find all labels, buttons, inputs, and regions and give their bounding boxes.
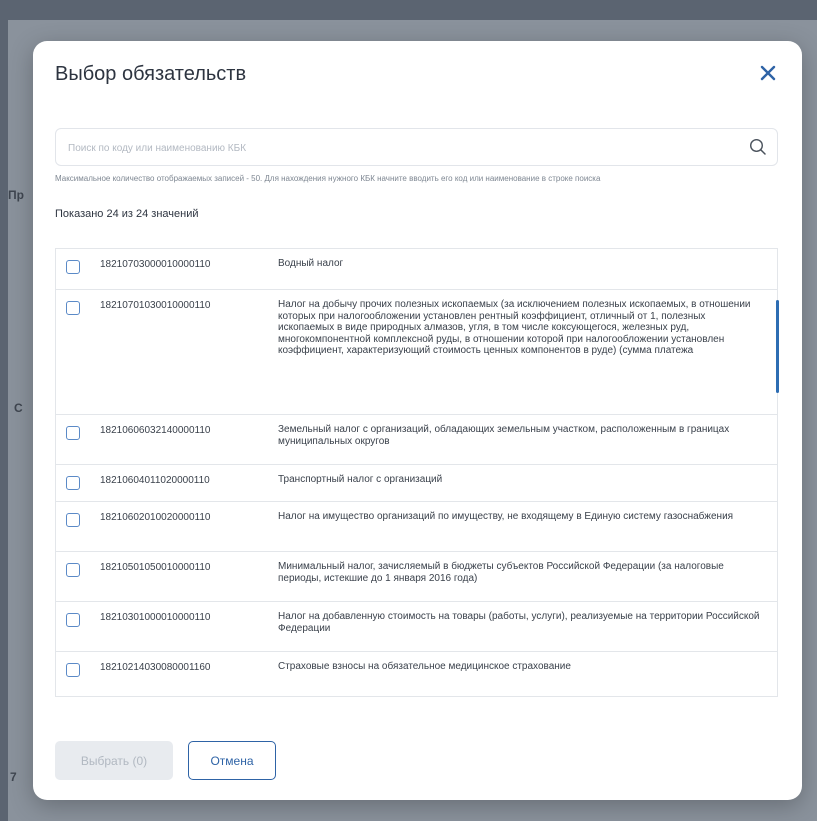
obligation-name: Страховые взносы на обязательное медицин… bbox=[278, 661, 571, 672]
row-checkbox[interactable] bbox=[66, 260, 80, 274]
row-checkbox[interactable] bbox=[66, 613, 80, 627]
kbk-code: 18210703000010000110 bbox=[100, 259, 211, 270]
background-text: С bbox=[14, 401, 23, 415]
list-item[interactable]: 18210606032140000110 Земельный налог с о… bbox=[55, 415, 778, 465]
kbk-code: 18210501050010000110 bbox=[100, 562, 211, 573]
obligation-name: Налог на имущество организаций по имущес… bbox=[278, 511, 734, 522]
row-checkbox[interactable] bbox=[66, 301, 80, 315]
row-checkbox[interactable] bbox=[66, 513, 80, 527]
list-item[interactable]: 18210701030010000110 Налог на добычу про… bbox=[55, 290, 778, 415]
list-item[interactable]: 18210602010020000110 Налог на имущество … bbox=[55, 502, 778, 552]
obligations-list: 18210703000010000110 Водный налог 182107… bbox=[55, 248, 778, 701]
obligation-name: Водный налог bbox=[278, 258, 344, 269]
list-item[interactable]: 18210501050010000110 Минимальный налог, … bbox=[55, 552, 778, 602]
row-checkbox[interactable] bbox=[66, 426, 80, 440]
kbk-code: 18210301000010000110 bbox=[100, 612, 211, 623]
kbk-code: 18210214030080001160 bbox=[100, 662, 211, 673]
kbk-code: 18210604011020000110 bbox=[100, 475, 210, 486]
close-icon[interactable] bbox=[756, 61, 780, 85]
obligation-name: Транспортный налог с организаций bbox=[278, 474, 443, 485]
list-item[interactable]: 18210604011020000110 Транспортный налог … bbox=[55, 465, 778, 502]
row-checkbox[interactable] bbox=[66, 563, 80, 577]
background-text: 7 bbox=[10, 770, 17, 784]
obligation-name: Земельный налог с организаций, обладающи… bbox=[278, 424, 730, 447]
obligation-name: Налог на добавленную стоимость на товары… bbox=[278, 611, 760, 634]
select-button[interactable]: Выбрать (0) bbox=[55, 741, 173, 780]
list-scrollbar[interactable] bbox=[776, 300, 779, 393]
row-checkbox[interactable] bbox=[66, 476, 80, 490]
obligation-name: Минимальный налог, зачисляемый в бюджеты… bbox=[278, 561, 724, 584]
search-icon[interactable] bbox=[749, 138, 767, 156]
row-checkbox[interactable] bbox=[66, 663, 80, 677]
search-input[interactable] bbox=[66, 129, 740, 167]
search-field bbox=[55, 128, 778, 167]
list-item[interactable]: 18210301000010000110 Налог на добавленну… bbox=[55, 602, 778, 652]
kbk-code: 18210602010020000110 bbox=[100, 512, 211, 523]
shown-count: Показано 24 из 24 значений bbox=[55, 208, 199, 220]
obligation-name: Налог на добычу прочих полезных ископаем… bbox=[278, 299, 751, 356]
dialog-title: Выбор обязательств bbox=[55, 63, 247, 85]
cancel-button[interactable]: Отмена bbox=[188, 741, 276, 780]
background-text: Пр bbox=[8, 188, 24, 202]
kbk-code: 18210701030010000110 bbox=[100, 300, 211, 311]
list-item[interactable]: 18210703000010000110 Водный налог bbox=[55, 249, 778, 290]
search-hint: Максимальное количество отображаемых зап… bbox=[55, 174, 601, 183]
obligations-dialog: Выбор обязательств Максимальное количест… bbox=[33, 41, 802, 800]
list-item[interactable]: 18210214030080001160 Страховые взносы на… bbox=[55, 652, 778, 697]
kbk-code: 18210606032140000110 bbox=[100, 425, 211, 436]
